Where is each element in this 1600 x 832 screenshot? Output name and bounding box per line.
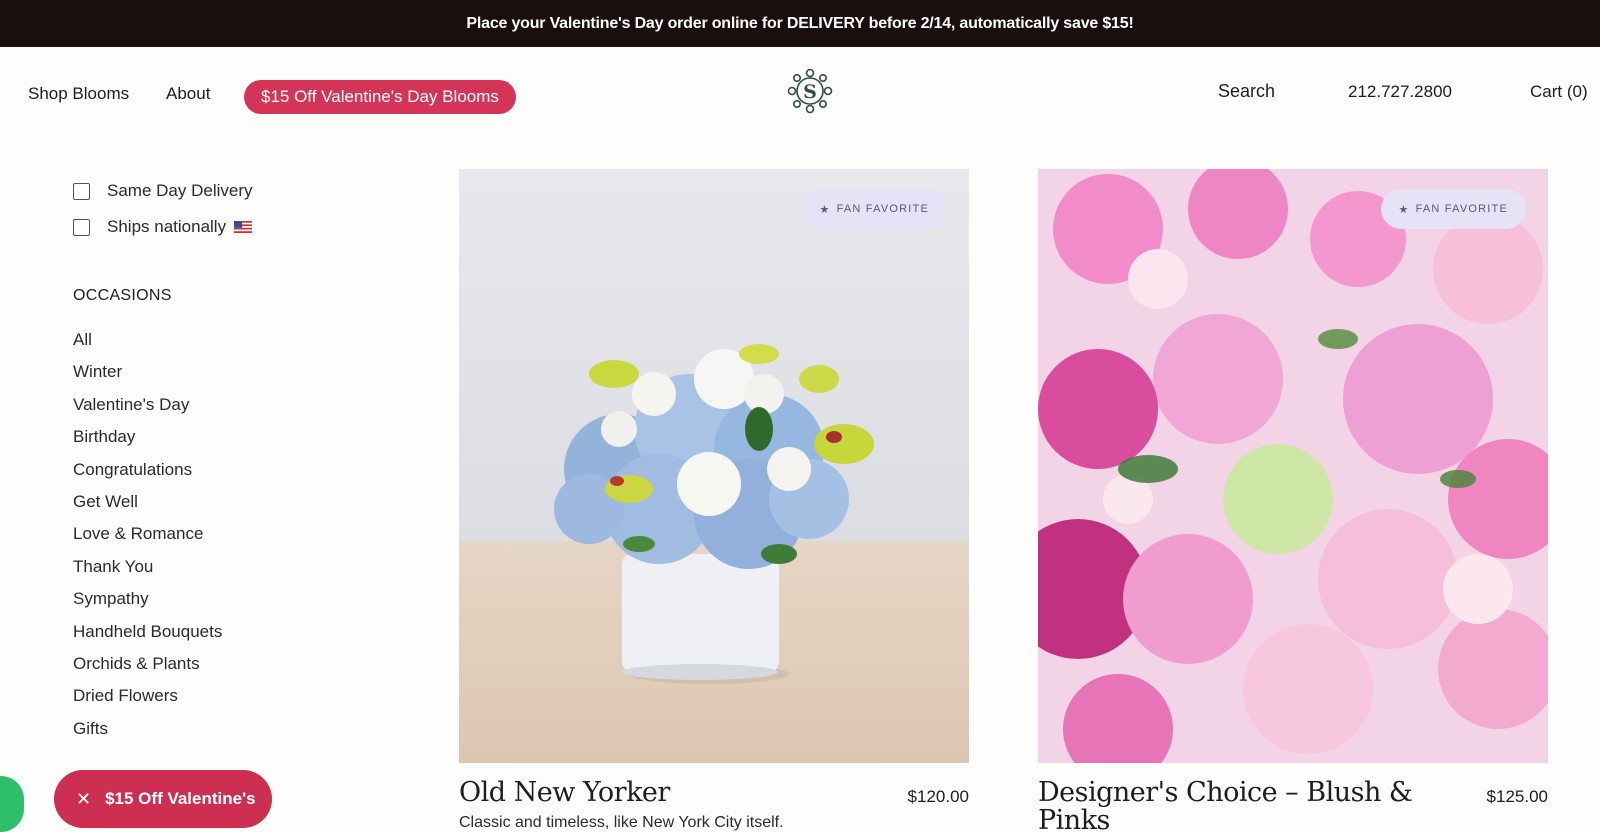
occasion-item[interactable]: Orchids & Plants bbox=[73, 654, 222, 686]
same-day-checkbox[interactable] bbox=[73, 182, 90, 200]
occasion-item[interactable]: Sympathy bbox=[73, 589, 222, 621]
occasion-item[interactable]: Thank You bbox=[73, 557, 222, 589]
star-icon: ★ bbox=[819, 203, 831, 216]
badge-label: FAN FAVORITE bbox=[1415, 203, 1508, 215]
product-price: $125.00 bbox=[1486, 787, 1548, 806]
delivery-filters: Same Day Delivery Ships nationally bbox=[73, 173, 253, 245]
floating-promo-label: $15 Off Valentine's bbox=[105, 789, 256, 808]
product-description: Classic and timeless, like New York City… bbox=[459, 814, 784, 831]
brand-logo[interactable]: S bbox=[786, 67, 834, 115]
fan-favorite-badge: ★ FAN FAVORITE bbox=[801, 189, 947, 229]
occasions-list: All Winter Valentine's Day Birthday Cong… bbox=[73, 330, 222, 751]
occasion-item[interactable]: Love & Romance bbox=[73, 524, 222, 556]
nav-shop-blooms[interactable]: Shop Blooms bbox=[28, 84, 129, 104]
product-image[interactable]: ★ FAN FAVORITE bbox=[459, 169, 969, 763]
site-header: Shop Blooms About $15 Off Valentine's Da… bbox=[0, 47, 1600, 142]
product-image[interactable]: ★ FAN FAVORITE bbox=[1038, 169, 1548, 763]
occasion-item[interactable]: Winter bbox=[73, 362, 222, 394]
occasion-item[interactable]: Birthday bbox=[73, 427, 222, 459]
valentines-promo-button[interactable]: $15 Off Valentine's Day Blooms bbox=[244, 80, 516, 114]
logo-letter: S bbox=[803, 81, 817, 103]
product-card[interactable]: ★ FAN FAVORITE Designer's Choice – Blush… bbox=[1038, 169, 1548, 832]
bouquet-image-pink bbox=[1038, 169, 1548, 763]
occasion-item[interactable]: Gifts bbox=[73, 719, 222, 751]
floating-promo-button[interactable]: ✕ $15 Off Valentine's bbox=[54, 770, 272, 828]
cart-link[interactable]: Cart (0) bbox=[1530, 82, 1588, 102]
badge-label: FAN FAVORITE bbox=[836, 203, 929, 215]
same-day-label: Same Day Delivery bbox=[107, 181, 253, 200]
announcement-bar: Place your Valentine's Day order online … bbox=[0, 0, 1600, 47]
us-flag-icon bbox=[234, 221, 253, 233]
occasions-heading: OCCASIONS bbox=[73, 287, 172, 304]
product-price: $120.00 bbox=[907, 787, 969, 806]
fan-favorite-badge: ★ FAN FAVORITE bbox=[1380, 189, 1526, 229]
star-icon: ★ bbox=[1398, 203, 1410, 216]
filter-same-day[interactable]: Same Day Delivery bbox=[73, 173, 253, 209]
occasion-item[interactable]: Congratulations bbox=[73, 460, 222, 492]
close-icon[interactable]: ✕ bbox=[76, 789, 91, 810]
filter-ships-nationally[interactable]: Ships nationally bbox=[73, 209, 253, 245]
occasion-item[interactable]: Dried Flowers bbox=[73, 686, 222, 718]
announcement-text: Place your Valentine's Day order online … bbox=[466, 14, 1134, 32]
occasion-item[interactable]: Get Well bbox=[73, 492, 222, 524]
product-card[interactable]: ★ FAN FAVORITE Old New Yorker $120.00 Cl… bbox=[459, 169, 969, 831]
nav-about[interactable]: About bbox=[166, 84, 210, 104]
occasion-item[interactable]: Handheld Bouquets bbox=[73, 622, 222, 654]
phone-link[interactable]: 212.727.2800 bbox=[1348, 82, 1452, 102]
chat-widget-button[interactable] bbox=[0, 776, 24, 832]
occasion-item[interactable]: All bbox=[73, 330, 222, 362]
product-title[interactable]: Old New Yorker bbox=[459, 779, 839, 807]
ships-nationally-label: Ships nationally bbox=[107, 217, 227, 236]
product-title[interactable]: Designer's Choice – Blush & Pinks bbox=[1038, 779, 1418, 832]
bouquet-image-blue-white bbox=[459, 169, 969, 763]
ships-nationally-checkbox[interactable] bbox=[73, 218, 90, 236]
occasion-item[interactable]: Valentine's Day bbox=[73, 395, 222, 427]
search-link[interactable]: Search bbox=[1218, 81, 1275, 102]
logo-icon: S bbox=[787, 68, 833, 114]
